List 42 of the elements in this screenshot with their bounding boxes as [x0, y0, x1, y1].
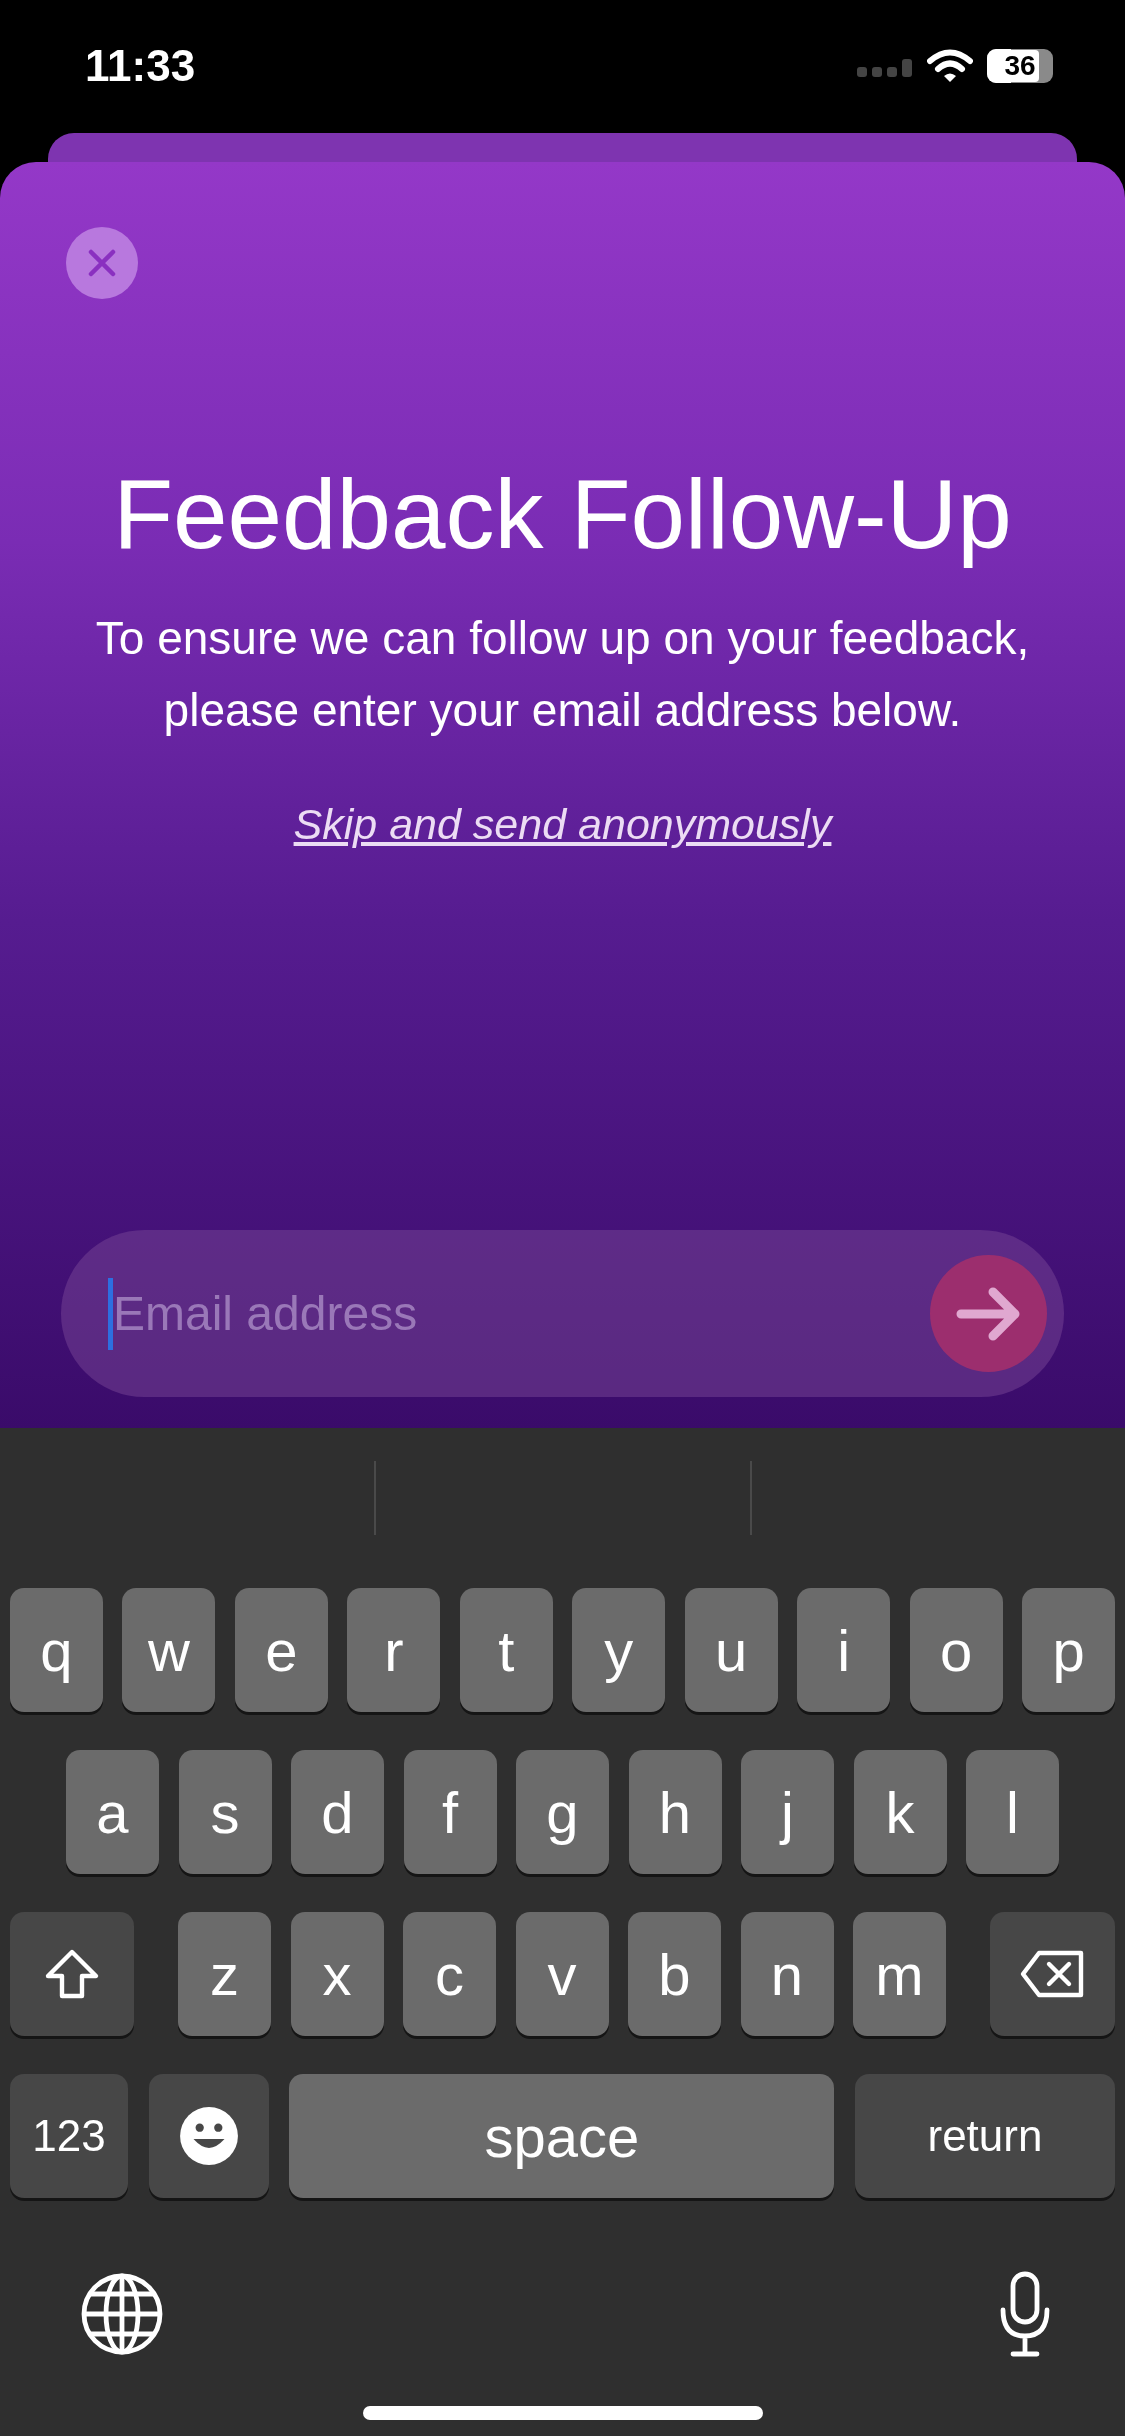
wifi-icon: [927, 48, 973, 83]
keyboard-key[interactable]: b: [628, 1912, 721, 2036]
keyboard-key[interactable]: z: [178, 1912, 271, 2036]
globe-icon: [80, 2272, 164, 2356]
keyboard-key[interactable]: l: [966, 1750, 1059, 1874]
keyboard-key[interactable]: m: [853, 1912, 946, 2036]
keyboard-key[interactable]: t: [459, 1588, 553, 1712]
keyboard-key[interactable]: x: [290, 1912, 384, 2036]
email-field[interactable]: Email address: [61, 1230, 1064, 1397]
keyboard-key[interactable]: y: [572, 1588, 666, 1712]
space-key[interactable]: space: [289, 2074, 835, 2198]
keyboard-key[interactable]: s: [178, 1750, 272, 1874]
keyboard-key[interactable]: r: [347, 1588, 441, 1712]
email-input[interactable]: Email address: [113, 1273, 930, 1354]
keyboard-key[interactable]: k: [853, 1750, 947, 1874]
keyboard-key[interactable]: f: [403, 1750, 497, 1874]
keyboard-key[interactable]: o: [909, 1588, 1003, 1712]
emoji-key[interactable]: [148, 2074, 269, 2198]
close-icon: [87, 248, 117, 278]
keyboard-key[interactable]: g: [516, 1750, 609, 1874]
keyboard-key[interactable]: i: [797, 1588, 891, 1712]
keyboard-key[interactable]: p: [1022, 1588, 1115, 1712]
shift-key[interactable]: [10, 1912, 134, 2036]
keyboard-key[interactable]: e: [234, 1588, 328, 1712]
keyboard-key[interactable]: c: [403, 1912, 496, 2036]
keyboard-key[interactable]: j: [741, 1750, 834, 1874]
keyboard-key[interactable]: u: [684, 1588, 778, 1712]
keyboard-key[interactable]: n: [740, 1912, 834, 2036]
keyboard-key[interactable]: h: [628, 1750, 722, 1874]
sheet-title: Feedback Follow-Up: [113, 458, 1012, 571]
keyboard-key[interactable]: q: [10, 1588, 103, 1712]
keyboard-key[interactable]: w: [122, 1588, 216, 1712]
return-key[interactable]: return: [854, 2074, 1115, 2198]
keyboard-key[interactable]: d: [291, 1750, 384, 1874]
keyboard-key[interactable]: a: [66, 1750, 159, 1874]
smiley-icon: [177, 2105, 240, 2167]
numbers-key[interactable]: 123: [10, 2074, 128, 2198]
keyboard-key[interactable]: v: [515, 1912, 609, 2036]
skip-link[interactable]: Skip and send anonymously: [293, 796, 832, 852]
sheet-message: To ensure we can follow up on your feedback, please enter your email address below.: [94, 611, 1031, 738]
delete-key[interactable]: [990, 1912, 1115, 2036]
status-time: 11:33: [85, 40, 196, 91]
